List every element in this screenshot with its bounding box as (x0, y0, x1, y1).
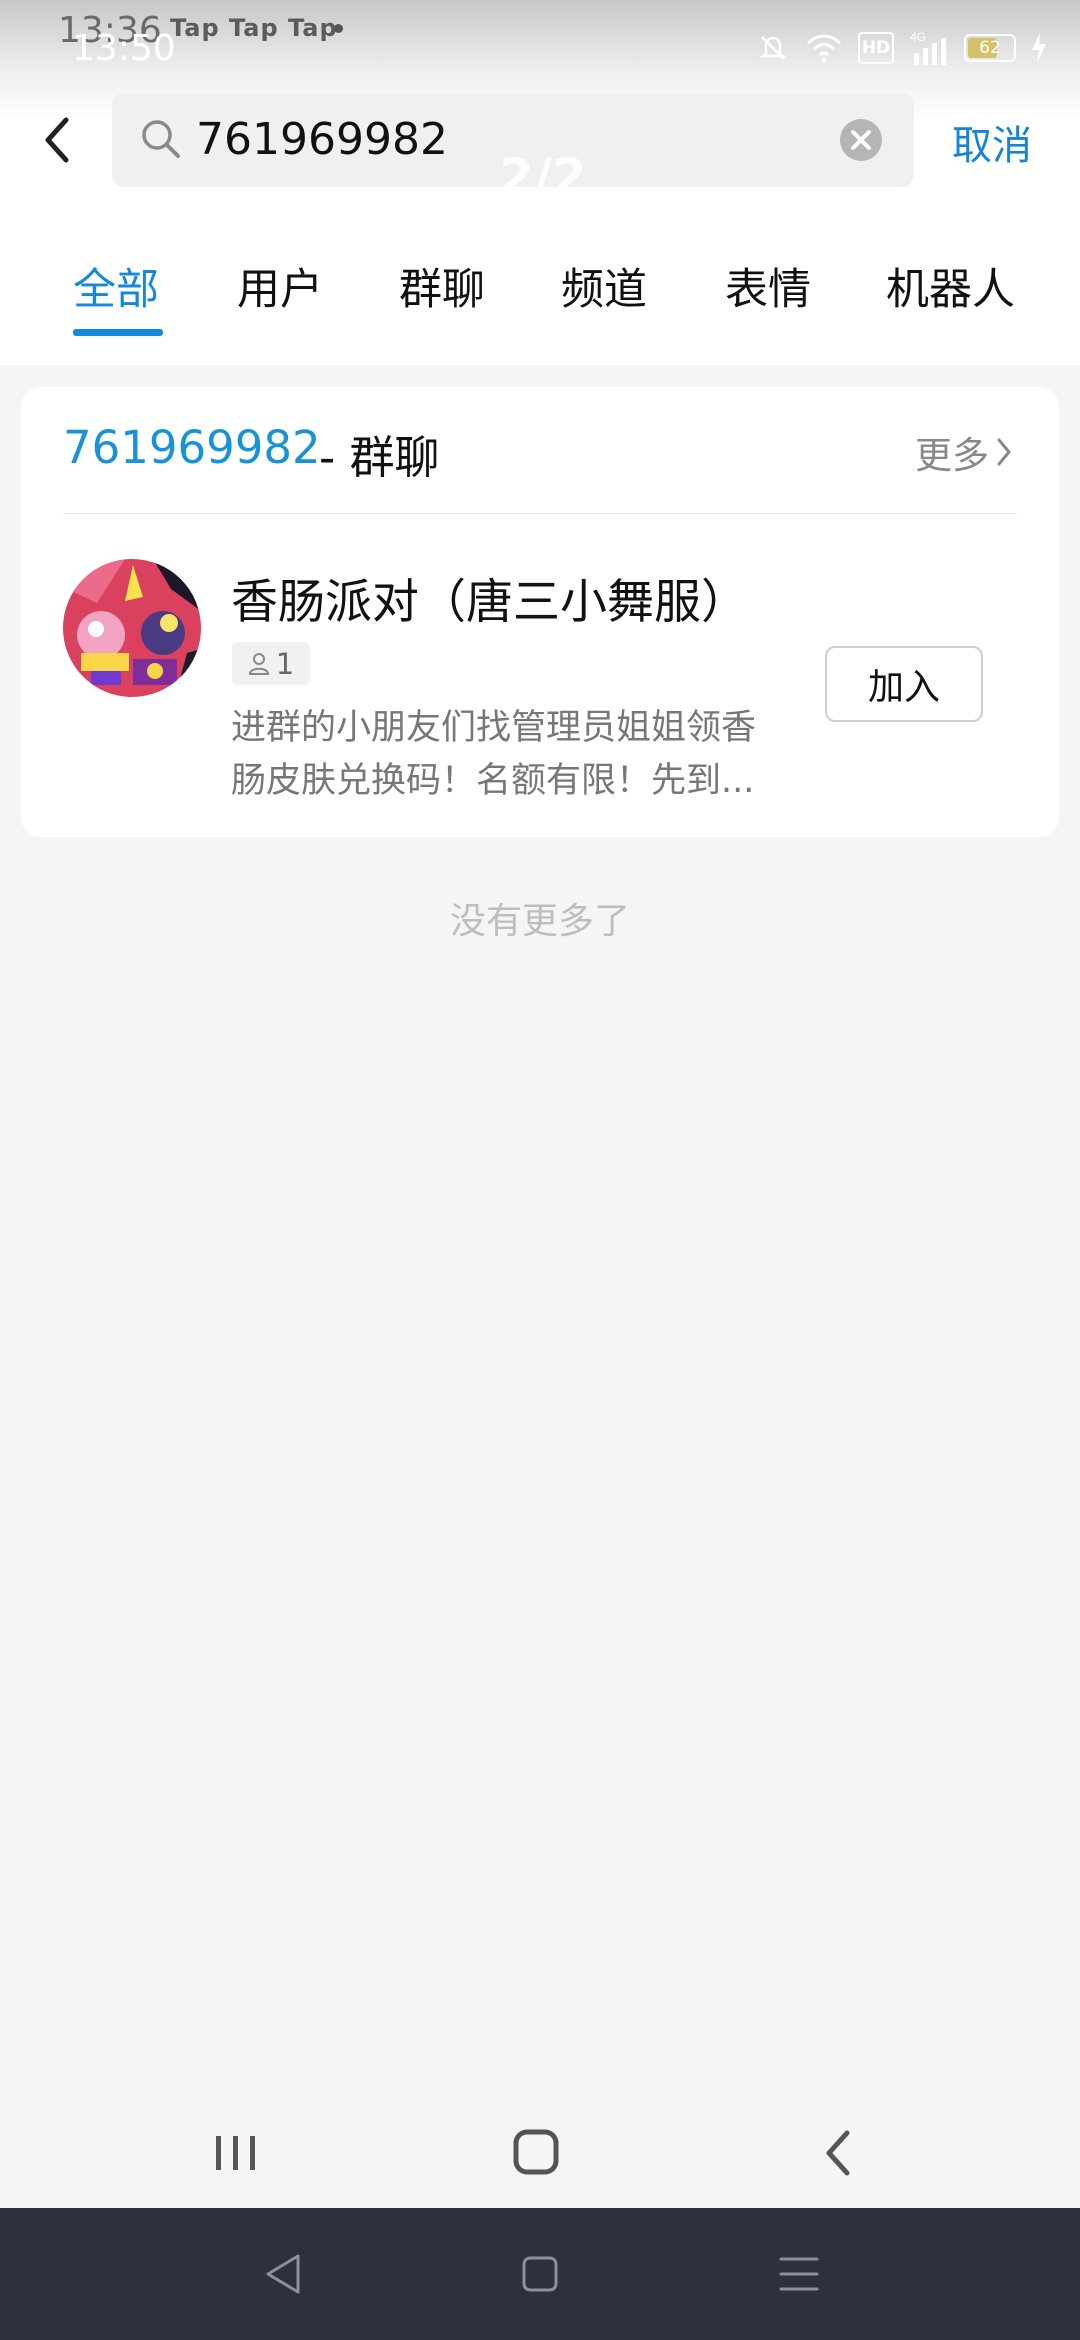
tab-stickers[interactable]: 表情 (725, 255, 811, 317)
results-category: - 群聊 (319, 431, 440, 484)
divider (63, 513, 1017, 514)
status-tap-text: Tap Tap Tap (170, 14, 338, 42)
group-avatar-image (63, 559, 201, 697)
tab-groups[interactable]: 群聊 (399, 255, 485, 317)
status-notification-dot (334, 24, 343, 33)
cancel-button[interactable]: 取消 (952, 113, 1032, 171)
back-icon[interactable] (805, 2123, 875, 2183)
top-header: 13:36 Tap Tap Tap 13:50 HD 4G 62 7619699… (0, 0, 1080, 365)
description-line-2: 肠皮肤兑换码！名额有限！先到... (231, 761, 755, 801)
group-name[interactable]: 香肠派对（唐三小舞服） (231, 563, 748, 632)
group-avatar[interactable] (63, 559, 201, 697)
recent-apps-icon[interactable] (201, 2123, 271, 2183)
square-home-icon[interactable] (510, 2244, 570, 2304)
search-input[interactable]: 761969982 (196, 109, 448, 171)
person-icon (248, 652, 269, 675)
home-icon[interactable] (501, 2123, 571, 2183)
triangle-back-icon[interactable] (254, 2244, 314, 2304)
tab-robots[interactable]: 机器人 (886, 255, 1015, 317)
search-icon (142, 120, 180, 158)
battery-level: 62 (979, 38, 1001, 58)
no-more-results: 没有更多了 (449, 901, 630, 942)
mute-bell-icon (758, 36, 788, 60)
status-time: 13:50 (72, 28, 176, 69)
active-tab-indicator (73, 329, 163, 336)
clear-search-icon[interactable] (838, 117, 884, 163)
tab-channels[interactable]: 频道 (561, 255, 647, 317)
secondary-navigation-bar (0, 2208, 1080, 2340)
hd-badge: HD (858, 32, 894, 64)
group-description: 进群的小朋友们找管理员姐姐领香 肠皮肤兑换码！名额有限！先到... (231, 702, 821, 808)
svg-text:4G: 4G (910, 30, 926, 44)
status-icons: HD 4G 62 (756, 20, 1048, 76)
tab-all[interactable]: 全部 (73, 255, 159, 317)
results-query: 761969982 (63, 421, 321, 474)
wifi-icon (807, 34, 841, 63)
page-indicator: 2/2 (499, 148, 587, 206)
search-tabs: 全部 用户 群聊 频道 表情 机器人 (0, 245, 1080, 345)
group-results-card: 761969982 - 群聊 更多 香肠派对（唐三小舞服） 1 进群的小朋友们找… (21, 387, 1059, 837)
more-results-link[interactable]: 更多 (915, 425, 1015, 479)
menu-icon[interactable] (769, 2244, 829, 2304)
signal-4g-icon: 4G (910, 30, 946, 65)
battery-indicator: 62 (964, 34, 1016, 62)
join-button[interactable]: 加入 (825, 646, 983, 722)
chevron-right-icon (997, 438, 1011, 466)
charging-icon (1032, 33, 1046, 63)
back-button[interactable] (26, 105, 96, 175)
status-bar: 13:36 Tap Tap Tap 13:50 HD 4G 62 (0, 0, 1080, 90)
more-label: 更多 (915, 434, 989, 477)
tab-users[interactable]: 用户 (237, 255, 323, 317)
member-count: 1 (275, 646, 295, 681)
description-line-1: 进群的小朋友们找管理员姐姐领香 (231, 708, 757, 748)
system-navigation-bar (0, 2105, 1080, 2203)
member-count-badge: 1 (232, 642, 310, 685)
